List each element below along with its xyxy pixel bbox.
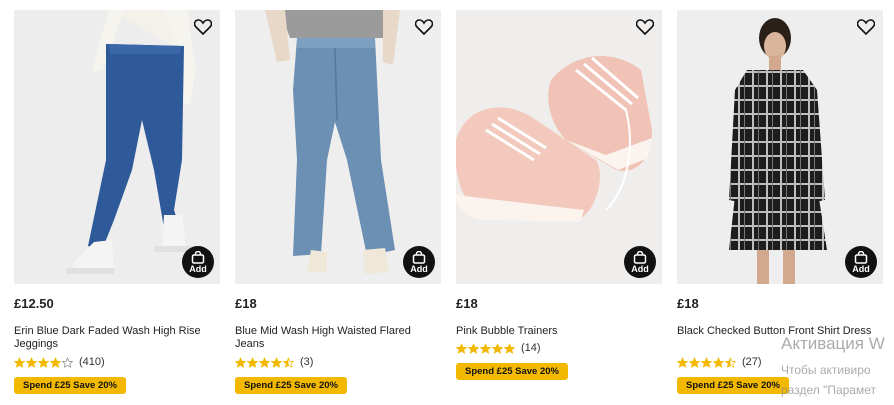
heart-icon: [857, 19, 875, 35]
star-icon: [504, 342, 515, 354]
product-title[interactable]: Black Checked Button Front Shirt Dress: [677, 325, 883, 353]
add-label: Add: [852, 263, 870, 274]
star-icon: [26, 356, 37, 368]
star-rating: [456, 342, 515, 354]
product-image[interactable]: Add: [14, 10, 220, 284]
flared-jeans-photo: [235, 10, 441, 284]
star-icon: [701, 356, 712, 368]
star-icon: [713, 356, 724, 368]
star-rating: [14, 356, 73, 368]
product-price: £18: [456, 296, 478, 311]
star-icon: [456, 342, 467, 354]
star-icon: [468, 342, 479, 354]
star-icon: [247, 356, 258, 368]
star-icon: [492, 342, 503, 354]
product-rating: (27): [677, 355, 883, 369]
shopping-bag-icon: [412, 250, 426, 264]
product-title[interactable]: Blue Mid Wash High Waisted Flared Jeans: [235, 325, 441, 353]
product-card[interactable]: Add £18 Black Checked Button Front Shirt…: [677, 10, 883, 394]
product-image[interactable]: Add: [235, 10, 441, 284]
blue-jeggings-photo: [14, 10, 220, 284]
star-rating: [677, 356, 736, 368]
favourite-button[interactable]: [855, 16, 877, 38]
star-icon: [725, 356, 736, 368]
product-card[interactable]: Add £18 Blue Mid Wash High Waisted Flare…: [235, 10, 441, 394]
star-icon: [677, 356, 688, 368]
product-title[interactable]: Erin Blue Dark Faded Wash High Rise Jegg…: [14, 325, 220, 353]
product-card[interactable]: Add £18 Pink Bubble Trainers (14) Spend …: [456, 10, 662, 380]
product-card[interactable]: Add £12.50 Erin Blue Dark Faded Wash Hig…: [14, 10, 220, 394]
rating-count: (14): [521, 342, 541, 354]
add-label: Add: [631, 263, 649, 274]
promo-badge[interactable]: Spend £25 Save 20%: [14, 377, 126, 394]
star-icon: [14, 356, 25, 368]
star-icon: [259, 356, 270, 368]
product-title[interactable]: Pink Bubble Trainers: [456, 325, 662, 339]
product-price: £18: [677, 296, 699, 311]
product-image[interactable]: Add: [677, 10, 883, 284]
promo-badge[interactable]: Spend £25 Save 20%: [235, 377, 347, 394]
add-to-bag-button[interactable]: Add: [182, 246, 214, 278]
star-icon: [62, 356, 73, 368]
heart-icon: [194, 19, 212, 35]
product-price: £12.50: [14, 296, 54, 311]
star-icon: [235, 356, 246, 368]
star-rating: [235, 356, 294, 368]
heart-icon: [415, 19, 433, 35]
star-icon: [689, 356, 700, 368]
product-rating: (14): [456, 341, 662, 355]
star-icon: [271, 356, 282, 368]
shopping-bag-icon: [854, 250, 868, 264]
add-to-bag-button[interactable]: Add: [403, 246, 435, 278]
star-icon: [38, 356, 49, 368]
star-icon: [50, 356, 61, 368]
rating-count: (410): [79, 356, 105, 368]
product-rating: (3): [235, 355, 441, 369]
add-label: Add: [189, 263, 207, 274]
product-rating: (410): [14, 355, 220, 369]
heart-icon: [636, 19, 654, 35]
favourite-button[interactable]: [413, 16, 435, 38]
add-label: Add: [410, 263, 428, 274]
rating-count: (27): [742, 356, 762, 368]
product-grid: Add £12.50 Erin Blue Dark Faded Wash Hig…: [0, 0, 894, 405]
product-price: £18: [235, 296, 257, 311]
star-icon: [283, 356, 294, 368]
promo-badge[interactable]: Spend £25 Save 20%: [677, 377, 789, 394]
promo-badge[interactable]: Spend £25 Save 20%: [456, 363, 568, 380]
favourite-button[interactable]: [634, 16, 656, 38]
product-image[interactable]: Add: [456, 10, 662, 284]
shopping-bag-icon: [191, 250, 205, 264]
rating-count: (3): [300, 356, 314, 368]
checked-dress-photo: [677, 10, 883, 284]
shopping-bag-icon: [633, 250, 647, 264]
add-to-bag-button[interactable]: Add: [624, 246, 656, 278]
favourite-button[interactable]: [192, 16, 214, 38]
add-to-bag-button[interactable]: Add: [845, 246, 877, 278]
star-icon: [480, 342, 491, 354]
pink-trainers-photo: [456, 10, 662, 284]
